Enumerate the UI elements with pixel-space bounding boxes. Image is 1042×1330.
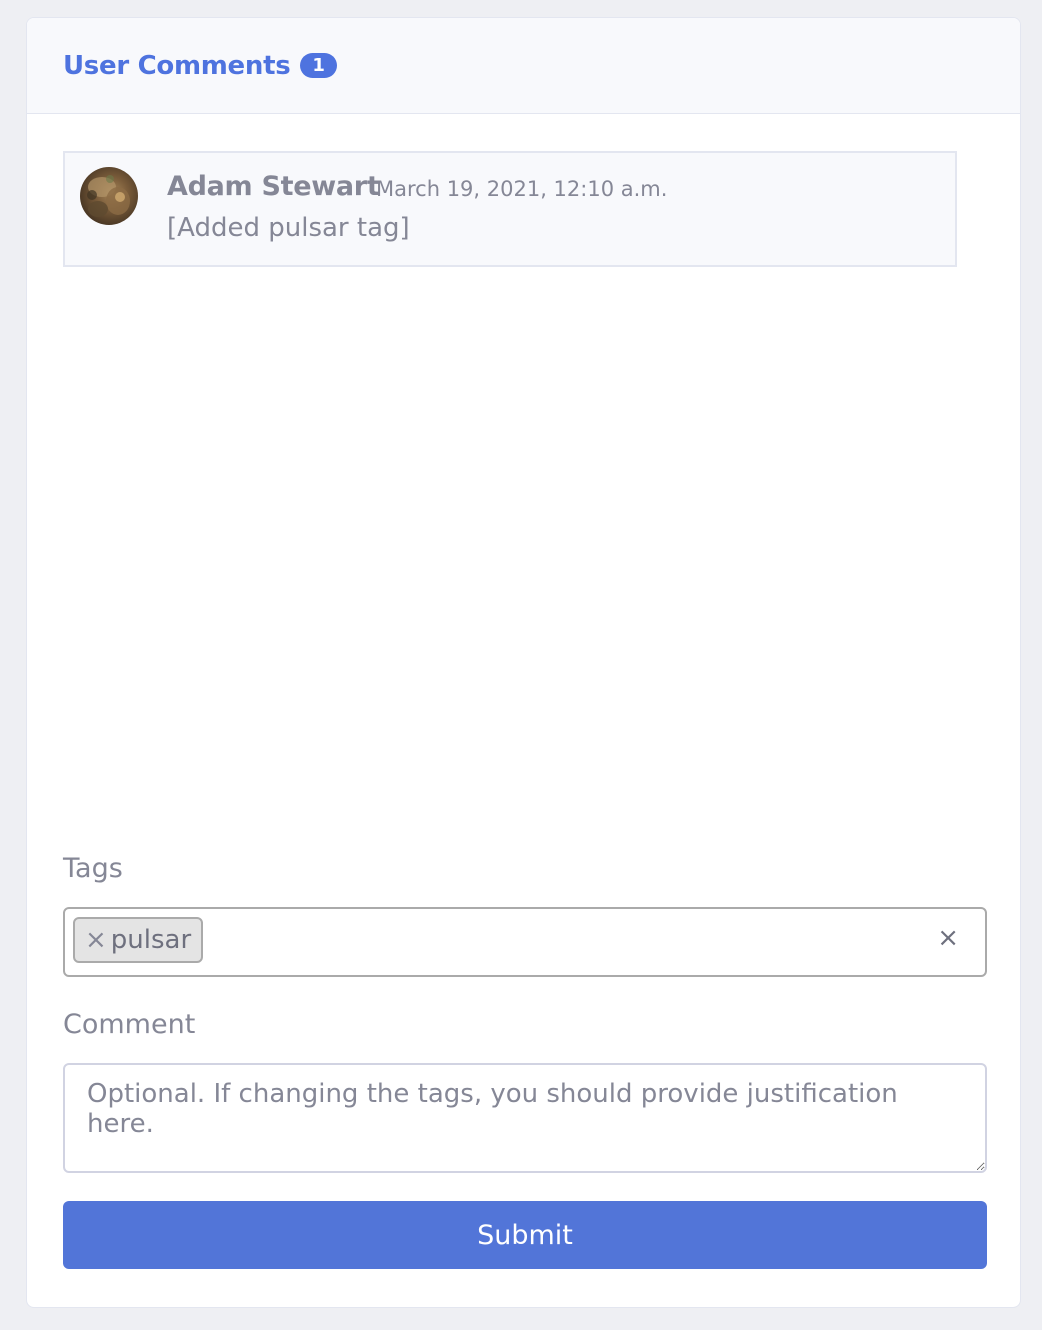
card-header: User Comments 1 xyxy=(27,18,1020,114)
comment-author: Adam Stewart xyxy=(167,171,380,202)
comment-text: [Added pulsar tag] xyxy=(167,213,410,243)
comments-card: User Comments 1 Adam Stewart March 19, 2… xyxy=(26,17,1021,1308)
tag-label: pulsar xyxy=(110,925,192,955)
remove-tag-icon[interactable]: × xyxy=(85,925,107,955)
comment-label: Comment xyxy=(63,1009,196,1040)
tag-chip: × pulsar xyxy=(73,917,204,963)
tags-label: Tags xyxy=(63,853,123,884)
comment-timestamp: March 19, 2021, 12:10 a.m. xyxy=(376,177,668,201)
card-title: User Comments xyxy=(63,50,291,81)
comment-count-badge: 1 xyxy=(300,53,337,78)
clear-tags-icon[interactable]: × xyxy=(937,923,959,953)
comment-item: Adam Stewart March 19, 2021, 12:10 a.m. … xyxy=(63,151,957,267)
comment-textarea[interactable] xyxy=(63,1063,987,1173)
user-avatar-photo-icon xyxy=(87,175,130,217)
submit-button[interactable]: Submit xyxy=(63,1201,987,1269)
avatar xyxy=(80,167,138,225)
tags-select[interactable]: × pulsar × xyxy=(63,907,987,977)
